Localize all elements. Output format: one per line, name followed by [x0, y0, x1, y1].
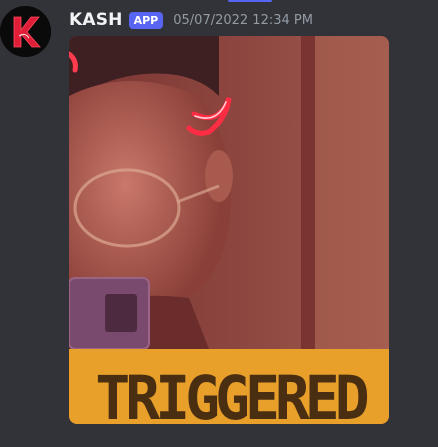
new-messages-divider — [228, 0, 272, 2]
chat-message: KASH APP 05/07/2022 12:34 PM TRIGGERED — [0, 0, 438, 447]
avatar[interactable] — [0, 6, 51, 57]
kash-k-logo-icon — [0, 6, 51, 57]
message-header: KASH APP 05/07/2022 12:34 PM — [69, 8, 313, 32]
author-username[interactable]: KASH — [69, 10, 123, 30]
app-badge: APP — [128, 11, 164, 29]
triggered-caption: TRIGGERED — [95, 362, 369, 424]
triggered-gif-image — [69, 36, 389, 349]
image-attachment[interactable]: TRIGGERED — [69, 36, 389, 424]
message-timestamp[interactable]: 05/07/2022 12:34 PM — [173, 13, 313, 28]
